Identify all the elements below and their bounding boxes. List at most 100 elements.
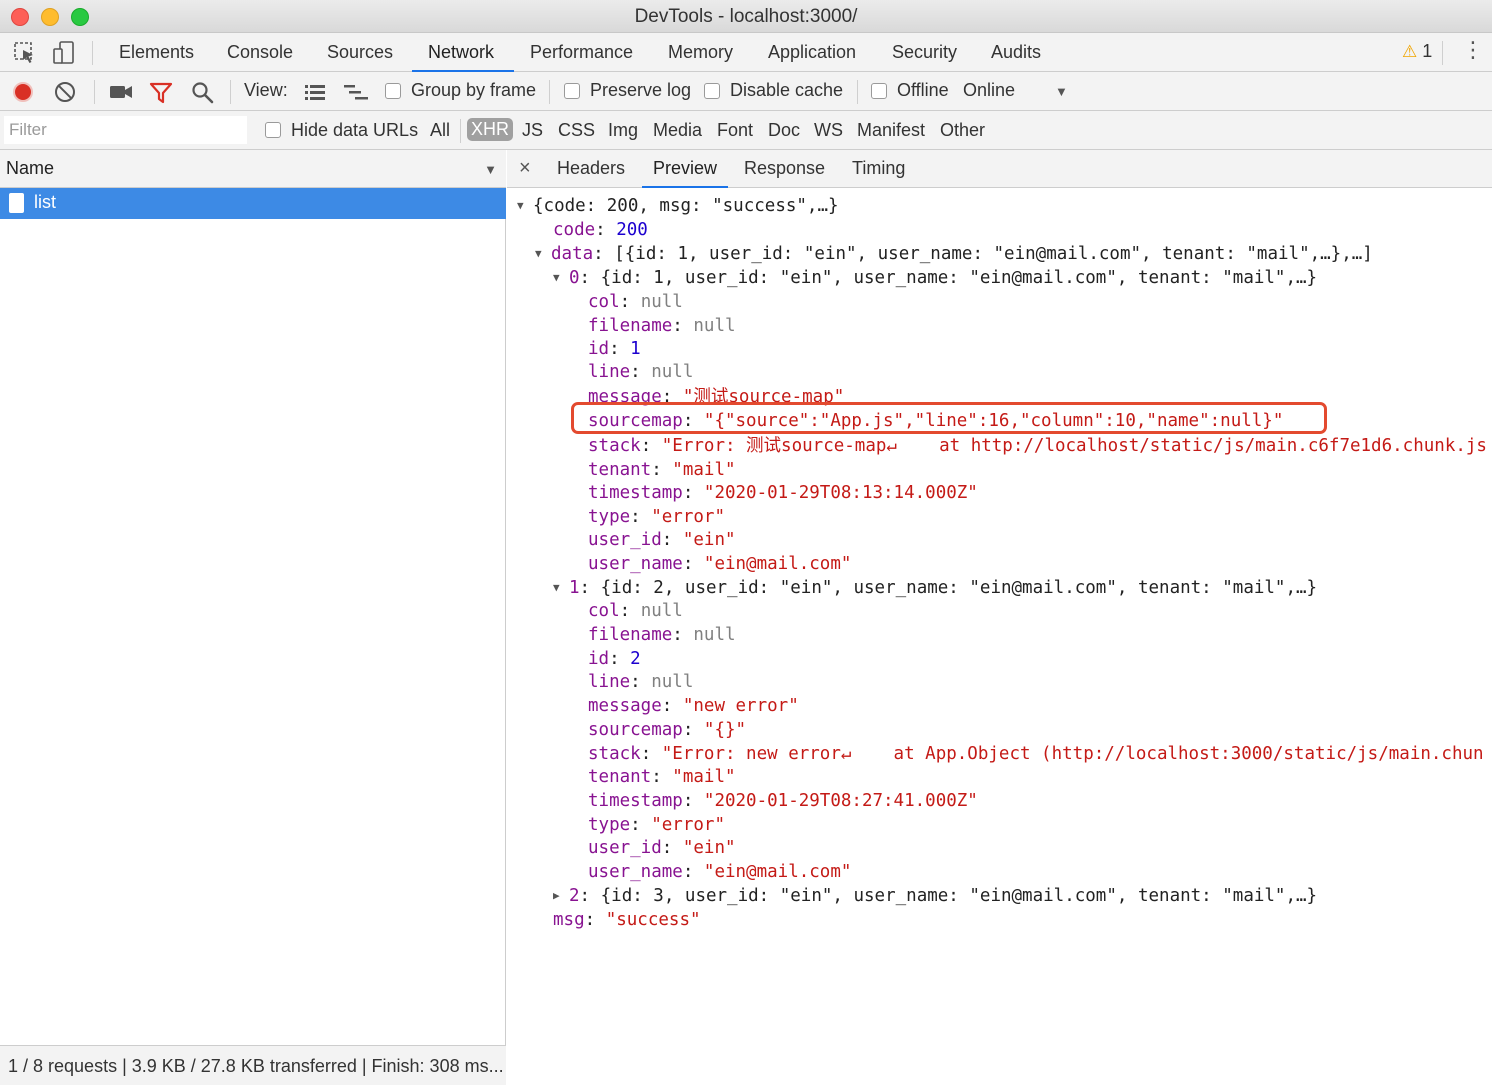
tree-node-type: type: "error" [588, 507, 725, 527]
tree-node-item-1[interactable]: ▼ 1: {id: 2, user_id: "ein", user_name: "… [553, 576, 1317, 600]
filter-type-xhr[interactable]: XHR [467, 118, 514, 141]
tab-network[interactable]: Network [412, 33, 514, 72]
disable-cache-checkbox[interactable] [704, 83, 720, 99]
tree-node-line: line: null [588, 362, 694, 382]
offline-label: Offline [897, 80, 949, 100]
name-column-header[interactable]: Name ▼ [0, 150, 506, 188]
screenshot-camera-icon[interactable] [109, 81, 133, 103]
close-icon[interactable]: × [519, 157, 531, 180]
sourcemap-highlight-box [571, 402, 1327, 434]
tab-timing[interactable]: Timing [852, 150, 905, 188]
tree-node-timestamp: timestamp: "2020-01-29T08:27:41.000Z" [588, 791, 978, 811]
group-by-frame-label: Group by frame [411, 80, 537, 100]
filter-type-media[interactable]: Media [653, 120, 702, 141]
tree-root[interactable]: ▼ {code: 200, msg: "success",…} [517, 194, 839, 218]
tab-response[interactable]: Response [744, 150, 825, 188]
timestamp-value: "2020-01-29T08:27:41.000Z" [703, 791, 978, 811]
toolbar-divider [549, 80, 550, 104]
tab-audits[interactable]: Audits [991, 33, 1041, 72]
filter-bar: Hide data URLs All XHR JS CSS Img Media … [0, 111, 1492, 150]
more-options-icon[interactable]: ⋮ [1462, 39, 1484, 61]
sourcemap-value: "{}" [703, 720, 747, 740]
inspect-element-icon[interactable] [13, 41, 37, 65]
large-rows-icon[interactable] [304, 83, 326, 101]
record-button[interactable] [13, 82, 33, 102]
tenant-value: "mail" [672, 460, 736, 480]
hide-data-urls-label: Hide data URLs [291, 120, 419, 140]
item-index: 2 [569, 886, 580, 906]
tree-node-line: line: null [588, 672, 694, 692]
filter-type-manifest[interactable]: Manifest [857, 120, 925, 141]
warning-count: 1 [1422, 41, 1433, 61]
offline-checkbox[interactable] [871, 83, 887, 99]
user-name-value: "ein@mail.com" [703, 862, 852, 882]
filename-value: null [693, 316, 736, 336]
preserve-log-checkbox[interactable] [564, 83, 580, 99]
tree-node-code: code: 200 [553, 220, 648, 240]
tree-node-data[interactable]: ▼ data: [{id: 1, user_id: "ein", user_nam… [535, 242, 1373, 266]
detail-tab-bar: × Headers Preview Response Timing [507, 150, 1492, 188]
tab-application[interactable]: Application [768, 33, 856, 72]
line-value: null [651, 362, 694, 382]
item-summary: {id: 3, user_id: "ein", user_name: "ein@… [600, 886, 1318, 906]
tab-preview[interactable]: Preview [642, 150, 729, 188]
tab-security[interactable]: Security [892, 33, 957, 72]
toolbar-divider [92, 41, 93, 65]
filter-type-other[interactable]: Other [940, 120, 985, 141]
search-icon[interactable] [191, 81, 215, 105]
tree-node-type: type: "error" [588, 815, 725, 835]
tree-node-id: id: 2 [588, 649, 641, 669]
network-toolbar: View: Group by frame Preserve log Disabl… [0, 72, 1492, 111]
tree-node-timestamp: timestamp: "2020-01-29T08:13:14.000Z" [588, 483, 978, 503]
filter-type-doc[interactable]: Doc [768, 120, 800, 141]
view-label: View: [244, 80, 288, 100]
tab-performance[interactable]: Performance [530, 33, 633, 72]
chevron-down-icon[interactable]: ▼ [1055, 84, 1068, 99]
tab-memory[interactable]: Memory [668, 33, 733, 72]
expand-triangle-icon: ▼ [553, 581, 560, 594]
tree-node-user-name: user_name: "ein@mail.com" [588, 862, 852, 882]
device-toolbar-icon[interactable] [52, 41, 76, 65]
tree-node-user-id: user_id: "ein" [588, 838, 736, 858]
filter-input[interactable] [4, 116, 247, 144]
tree-node-item-0[interactable]: ▼ 0: {id: 1, user_id: "ein", user_name: "… [553, 266, 1317, 290]
filename-value: null [693, 625, 736, 645]
filter-type-img[interactable]: Img [608, 120, 638, 141]
json-preview: ▼ {code: 200, msg: "success",…} code: 200… [507, 188, 1492, 1085]
filter-type-ws[interactable]: WS [814, 120, 843, 141]
toolbar-divider [1442, 41, 1443, 65]
tree-node-col: col: null [588, 292, 683, 312]
tree-node-filename: filename: null [588, 316, 736, 336]
tab-sources[interactable]: Sources [327, 33, 393, 72]
filter-icon[interactable] [149, 82, 173, 104]
waterfall-overview-icon[interactable] [343, 83, 369, 101]
message-value: "new error" [682, 696, 799, 716]
tab-elements[interactable]: Elements [119, 33, 194, 72]
warnings-indicator[interactable]: ⚠ 1 [1402, 41, 1432, 62]
expand-triangle-icon: ▼ [535, 247, 542, 260]
item-summary: {id: 1, user_id: "ein", user_name: "ein@… [600, 268, 1318, 288]
item-index: 1 [569, 578, 580, 598]
group-by-frame-checkbox[interactable] [385, 83, 401, 99]
filter-type-font[interactable]: Font [717, 120, 753, 141]
main-tab-bar: Elements Console Sources Network Perform… [0, 33, 1492, 72]
hide-data-urls-checkbox[interactable] [265, 122, 281, 138]
toolbar-divider [94, 80, 95, 104]
tree-node-sourcemap: sourcemap: "{}" [588, 720, 747, 740]
filter-type-all[interactable]: All [430, 120, 450, 141]
tab-console[interactable]: Console [227, 33, 293, 72]
tree-node-stack: stack: "Error: new error↵ at App.Object … [588, 744, 1484, 764]
tree-node-filename: filename: null [588, 625, 736, 645]
filter-type-js[interactable]: JS [522, 120, 543, 141]
clear-icon[interactable] [55, 82, 75, 102]
document-icon [9, 193, 24, 213]
filter-type-css[interactable]: CSS [558, 120, 595, 141]
request-row[interactable]: list [0, 188, 506, 219]
warning-icon: ⚠ [1402, 42, 1418, 61]
tree-node-item-2[interactable]: ▶ 2: {id: 3, user_id: "ein", user_name: "… [553, 884, 1317, 908]
tree-node-user-name: user_name: "ein@mail.com" [588, 554, 852, 574]
tab-headers[interactable]: Headers [557, 150, 625, 188]
throttling-select[interactable]: Online [963, 80, 1015, 101]
toolbar-divider [460, 119, 461, 143]
user-id-value: "ein" [682, 530, 736, 550]
